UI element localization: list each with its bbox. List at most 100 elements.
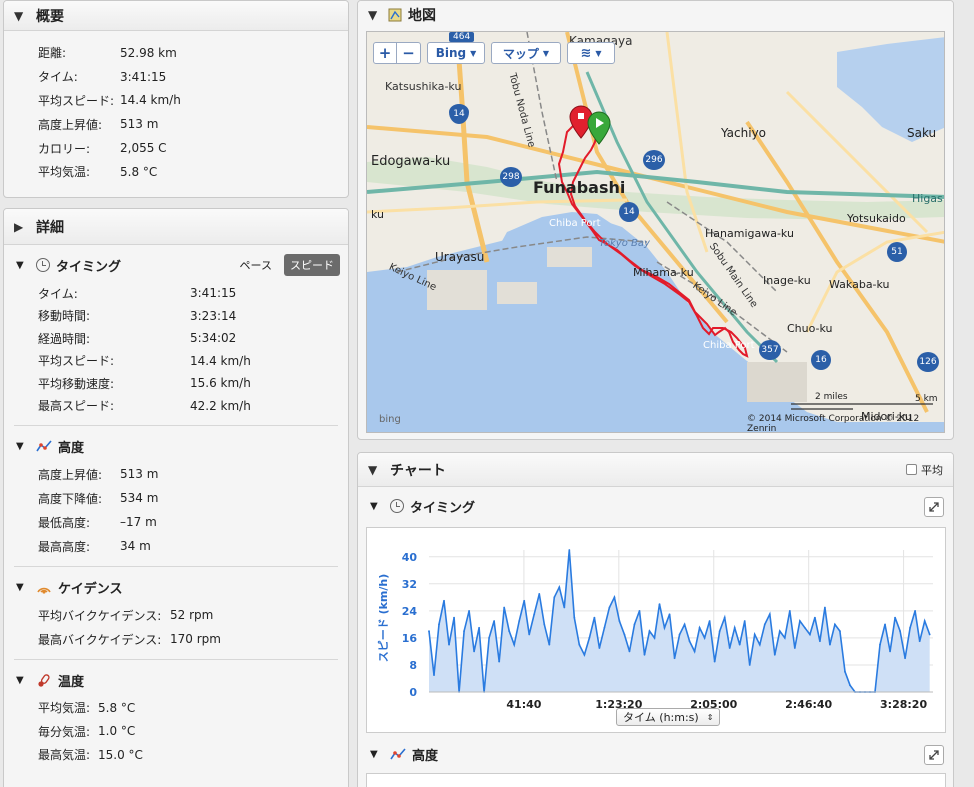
map-label: Saku <box>907 126 937 140</box>
timing-section-header[interactable]: ▼ タイミング ペース スピード <box>4 251 348 279</box>
speed-point <box>773 653 776 656</box>
speed-point <box>723 616 726 619</box>
details-title: 詳細 <box>36 219 64 236</box>
elevation-title: 高度 <box>58 440 85 456</box>
timing-rows: タイム: 3:41:15 移動時間: 3:23:14 経過時間: 5:34:02 平均… <box>38 286 251 414</box>
elevation-icon <box>390 748 406 760</box>
speed-point <box>718 630 721 633</box>
elevation-chart-header[interactable]: ▼ 高度 <box>358 739 438 769</box>
collapse-triangle-icon[interactable]: ▼ <box>368 8 384 22</box>
start-marker-icon[interactable] <box>587 110 617 150</box>
speed-point <box>909 626 912 629</box>
collapse-triangle-icon[interactable]: ▼ <box>16 675 30 686</box>
speed-point <box>713 660 716 663</box>
chevron-down-icon: ▼ <box>470 48 477 58</box>
clock-icon <box>390 499 404 513</box>
speed-point <box>533 613 536 616</box>
summary-row: 距離: 52.98 km <box>38 45 177 61</box>
x-tick-label: 3:28:20 <box>880 698 927 711</box>
map-label: Wakaba-ku <box>829 278 890 291</box>
divider <box>14 425 338 426</box>
provider-dropdown[interactable]: Bing ▼ <box>427 42 485 64</box>
collapse-triangle-icon[interactable]: ▼ <box>16 260 30 271</box>
speed-point <box>428 630 430 633</box>
speed-point <box>743 620 746 622</box>
map-label: Funabashi <box>533 178 626 197</box>
speed-point <box>463 630 465 633</box>
timing-chart-header[interactable]: ▼ タイミング <box>358 489 953 523</box>
select-arrows-icon: ⇕ <box>706 712 714 722</box>
speed-point <box>668 613 671 616</box>
route-shield: 126 <box>917 352 939 372</box>
speed-chart[interactable]: 081624324041:40 1:23:20 2:05:00 2:46:40 3:28… <box>367 528 947 734</box>
cadence-section-header[interactable]: ▼ ケイデンス <box>4 573 348 601</box>
collapse-triangle-icon[interactable]: ▼ <box>14 9 30 23</box>
average-toggle[interactable]: 平均 <box>906 462 943 478</box>
speed-point <box>829 643 831 646</box>
speed-point <box>798 620 801 622</box>
temperature-section-header[interactable]: ▼ 温度 <box>4 666 348 694</box>
speed-point <box>448 643 450 646</box>
speed-point <box>793 647 796 649</box>
collapse-triangle-icon[interactable]: ▼ <box>370 749 384 760</box>
collapse-triangle-icon[interactable]: ▼ <box>16 582 30 593</box>
divider <box>14 566 338 567</box>
elevation-section-header[interactable]: ▼ 高度 <box>4 432 348 460</box>
speed-point <box>753 633 756 636</box>
collapse-triangle-icon[interactable]: ▼ <box>16 441 30 452</box>
x-tick-label: 2:46:40 <box>785 698 832 711</box>
elevation-chart-box <box>366 773 946 787</box>
expand-icon[interactable] <box>924 497 944 517</box>
layers-icon: ≋ <box>580 45 592 61</box>
summary-row: 平均スピード: 14.4 km/h <box>38 93 181 108</box>
summary-header[interactable]: ▼ 概要 <box>4 1 348 31</box>
speed-point <box>698 626 701 629</box>
map-header[interactable]: ▼ 地図 <box>358 1 953 29</box>
collapse-triangle-icon[interactable]: ▼ <box>368 463 384 477</box>
pace-toggle[interactable]: ペース <box>240 257 272 273</box>
map-label: Inage-ku <box>763 274 811 287</box>
layers-dropdown[interactable]: ≋ ▼ <box>567 42 615 64</box>
speed-point <box>508 630 511 633</box>
speed-point <box>538 593 541 595</box>
map-view[interactable]: Kamagaya Katsushika-ku Yachiyo Saku Edog… <box>366 31 945 433</box>
zoom-in-button[interactable]: + <box>373 42 397 64</box>
speed-point <box>788 609 791 612</box>
speed-point <box>543 623 546 626</box>
speed-point <box>438 623 440 626</box>
speed-point <box>663 626 666 629</box>
speed-point <box>834 623 836 626</box>
speed-point <box>568 549 571 551</box>
map-label: Yotsukaido <box>847 212 906 225</box>
zoom-out-button[interactable]: − <box>397 42 421 64</box>
speed-point <box>763 623 766 626</box>
details-panel: ▶ 詳細 ▼ タイミング ペース スピード タイム: 3:41:15 移動時間: 3… <box>3 208 349 787</box>
timing-chart-box: 0 8 16 24 32 40 41:40 1:23:20 2:05:00 2:46:40 3:28… <box>366 527 946 733</box>
collapse-triangle-icon[interactable]: ▼ <box>370 501 384 512</box>
cadence-rows: 平均バイクケイデンス: 52 rpm 最高バイクケイデンス: 170 rpm <box>38 608 221 647</box>
summary-rows: 距離: 52.98 km タイム: 3:41:15 平均スピード: 14.4 km/h… <box>4 31 348 184</box>
x-axis-select[interactable]: タイム (h:m:s) ⇕ <box>616 708 721 726</box>
speed-point <box>613 596 616 599</box>
summary-title: 概要 <box>36 8 64 25</box>
speed-point <box>433 674 435 676</box>
expand-triangle-icon[interactable]: ▶ <box>14 220 30 234</box>
speed-point <box>478 626 481 629</box>
average-checkbox[interactable] <box>906 464 917 475</box>
details-header[interactable]: ▶ 詳細 <box>4 209 348 245</box>
map-icon <box>388 8 402 22</box>
speed-point <box>453 616 455 619</box>
y-axis-label: スピード (km/h) <box>377 573 390 663</box>
summary-row: カロリー: 2,055 C <box>38 141 167 156</box>
map-label: Katsushika-ku <box>385 80 462 93</box>
expand-icon[interactable] <box>924 745 944 765</box>
chart-title: チャート <box>390 462 446 479</box>
chart-header[interactable]: ▼ チャート 平均 <box>358 453 953 487</box>
cadence-title: ケイデンス <box>58 581 123 597</box>
speed-toggle[interactable]: スピード <box>284 254 340 276</box>
map-label: Edogawa-ku <box>371 154 451 169</box>
map-type-dropdown[interactable]: マップ ▼ <box>491 42 561 64</box>
route-shield: 464 <box>449 32 475 42</box>
speed-point <box>608 606 611 609</box>
speed-point <box>473 650 476 653</box>
